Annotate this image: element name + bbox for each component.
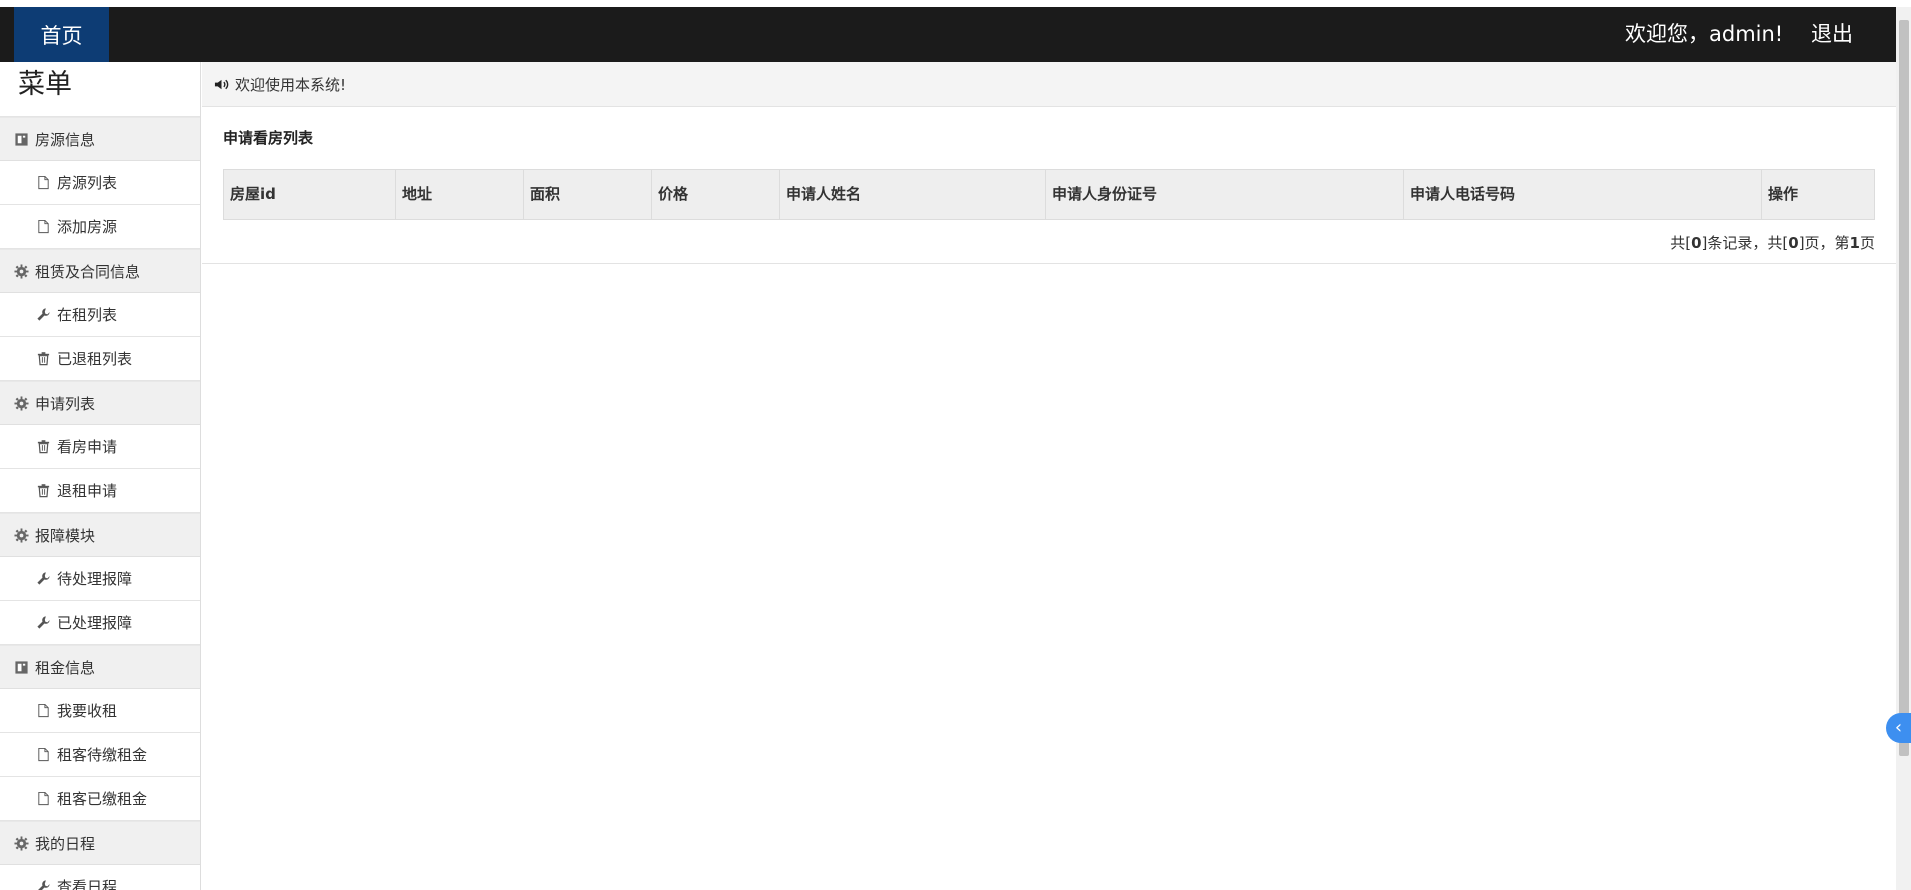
logout-link[interactable]: 退出 <box>1811 7 1853 62</box>
file-icon <box>36 219 51 234</box>
menu-group-1[interactable]: 租赁及合同信息 <box>0 249 200 293</box>
menu-group-label: 租金信息 <box>35 658 96 677</box>
menu-item-label: 已处理报障 <box>57 614 133 632</box>
menu-item-label: 在租列表 <box>57 306 118 324</box>
home-nav-button[interactable]: 首页 <box>14 7 109 62</box>
column-header: 地址 <box>396 170 524 219</box>
wrench-icon <box>36 879 51 890</box>
pager-prefix: 共[ <box>1670 234 1692 252</box>
menu-item-label: 租客待缴租金 <box>57 746 148 764</box>
welcome-text: 欢迎您，admin! <box>1625 22 1784 46</box>
file-icon <box>36 747 51 762</box>
menu-item-label: 添加房源 <box>57 218 118 236</box>
menu-item-label: 待处理报障 <box>57 570 133 588</box>
column-header: 价格 <box>652 170 780 219</box>
menu-group-3[interactable]: 报障模块 <box>0 513 200 557</box>
pager-mid1: ]条记录，共[ <box>1701 234 1789 252</box>
wrench-icon <box>36 307 51 322</box>
file-icon <box>36 703 51 718</box>
menu-item-0-1[interactable]: 添加房源 <box>0 205 200 249</box>
volume-icon <box>214 77 229 92</box>
pager-page-count: 0 <box>1788 234 1799 252</box>
pager-record-count: 0 <box>1691 234 1702 252</box>
wrench-icon <box>36 571 51 586</box>
scrollbar-thumb[interactable] <box>1899 20 1909 756</box>
apply-list-panel: 申请看房列表 房屋id 地址 面积 价格 申请人姓名 申请人身份证号 申请人电话号码 操作 共… <box>202 107 1896 264</box>
column-header: 操作 <box>1768 185 1799 203</box>
menu-item-label: 我要收租 <box>57 702 118 720</box>
menu-item-4-1[interactable]: 租客待缴租金 <box>0 733 200 777</box>
menu-item-label: 查看日程 <box>57 878 118 890</box>
pagination-info: 共[0]条记录，共[0]页，第1页 <box>1670 232 1875 253</box>
menu-item-label: 已退租列表 <box>57 350 133 368</box>
main-content: 欢迎使用本系统! 申请看房列表 房屋id 地址 面积 价格 申请人姓名 申请人身份证号 申请… <box>202 62 1896 890</box>
column-header: 申请人电话号码 <box>1404 170 1762 219</box>
menu-group-label: 申请列表 <box>35 394 96 413</box>
book-icon <box>14 132 29 147</box>
gear-icon <box>14 263 29 279</box>
menu-item-3-1[interactable]: 已处理报障 <box>0 601 200 645</box>
menu-group-4[interactable]: 租金信息 <box>0 645 200 689</box>
menu-item-label: 退租申请 <box>57 482 118 500</box>
menu-item-1-1[interactable]: 已退租列表 <box>0 337 200 381</box>
notice-bar: 欢迎使用本系统! <box>202 62 1896 107</box>
menu-group-label: 房源信息 <box>35 130 96 149</box>
menu-item-label: 看房申请 <box>57 438 118 456</box>
menu-group-2[interactable]: 申请列表 <box>0 381 200 425</box>
file-icon <box>36 791 51 806</box>
menu-item-2-0[interactable]: 看房申请 <box>0 425 200 469</box>
top-strip <box>0 0 1900 7</box>
menu-item-1-0[interactable]: 在租列表 <box>0 293 200 337</box>
top-navbar: 首页 欢迎您，admin! 退出 <box>0 7 1896 62</box>
file-icon <box>36 175 51 190</box>
panel-title: 申请看房列表 <box>223 129 314 147</box>
menu-group-label: 我的日程 <box>35 834 96 853</box>
column-header: 申请人身份证号 <box>1046 170 1404 219</box>
column-header: 申请人姓名 <box>780 170 1046 219</box>
menu-item-5-0[interactable]: 查看日程 <box>0 865 200 890</box>
trash-icon <box>36 483 51 498</box>
trash-icon <box>36 439 51 454</box>
gear-icon <box>14 395 29 411</box>
apply-table-header: 房屋id 地址 面积 价格 申请人姓名 申请人身份证号 申请人电话号码 操作 <box>223 169 1875 220</box>
sidebar-menu: 菜单 房源信息房源列表添加房源租赁及合同信息 在租列表已退租列表申请列表看房申请退… <box>0 62 201 890</box>
menu-item-4-2[interactable]: 租客已缴租金 <box>0 777 200 821</box>
menu-item-0-0[interactable]: 房源列表 <box>0 161 200 205</box>
book-icon <box>14 660 29 675</box>
notice-text: 欢迎使用本系统! <box>235 75 347 94</box>
gear-icon <box>14 835 29 851</box>
trash-icon <box>36 351 51 366</box>
menu-group-label: 报障模块 <box>35 526 96 545</box>
column-header: 面积 <box>524 170 652 219</box>
menu-item-label: 房源列表 <box>57 174 118 192</box>
menu-item-2-1[interactable]: 退租申请 <box>0 469 200 513</box>
menu-group-label: 租赁及合同信息 <box>35 262 141 281</box>
menu-list: 房源信息房源列表添加房源租赁及合同信息 在租列表已退租列表申请列表看房申请退租申请… <box>0 117 200 890</box>
pager-suffix: 页 <box>1859 234 1875 252</box>
collapse-panel-button[interactable]: ‹ <box>1886 713 1911 743</box>
menu-item-3-0[interactable]: 待处理报障 <box>0 557 200 601</box>
menu-group-0[interactable]: 房源信息 <box>0 117 200 161</box>
wrench-icon <box>36 615 51 630</box>
pager-current-page: 1 <box>1849 234 1860 252</box>
gear-icon <box>14 527 29 543</box>
pager-mid2: ]页，第 <box>1798 234 1850 252</box>
menu-title: 菜单 <box>0 62 200 117</box>
menu-item-4-0[interactable]: 我要收租 <box>0 689 200 733</box>
column-header: 房屋id <box>224 170 396 219</box>
menu-item-label: 租客已缴租金 <box>57 790 148 808</box>
menu-group-5[interactable]: 我的日程 <box>0 821 200 865</box>
